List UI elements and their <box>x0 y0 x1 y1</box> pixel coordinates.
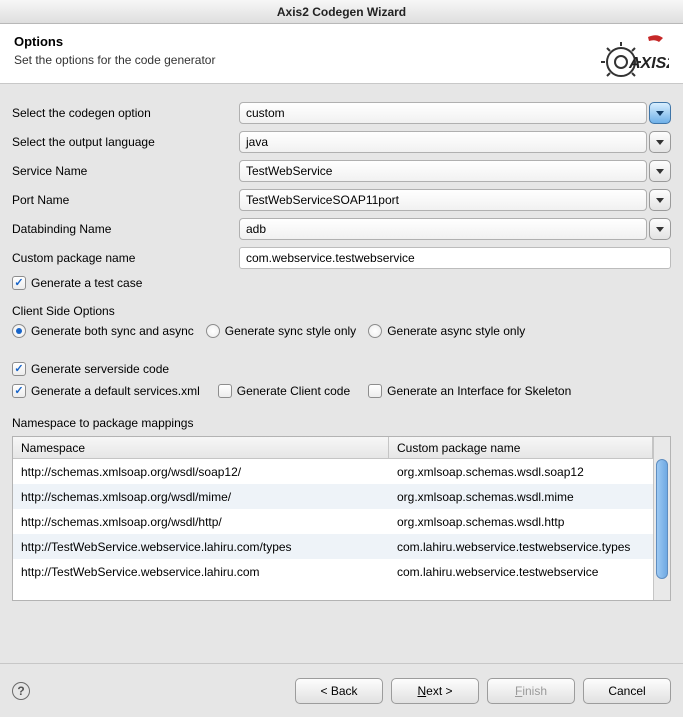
title-bar: Axis2 Codegen Wizard <box>0 0 683 24</box>
cell-package[interactable]: org.xmlsoap.schemas.wsdl.soap12 <box>389 465 653 479</box>
table-row[interactable]: http://TestWebService.webservice.lahiru.… <box>13 559 653 584</box>
generate-testcase-checkbox[interactable] <box>12 276 26 290</box>
chevron-down-icon <box>656 169 664 174</box>
radio-async-label: Generate async style only <box>387 324 525 338</box>
next-button[interactable]: Next > <box>391 678 479 704</box>
scrollbar-thumb[interactable] <box>656 459 668 579</box>
cell-namespace[interactable]: http://schemas.xmlsoap.org/wsdl/http/ <box>13 515 389 529</box>
output-language-label: Select the output language <box>12 135 239 149</box>
table-header-namespace[interactable]: Namespace <box>13 437 389 458</box>
generate-clientcode-checkbox[interactable] <box>218 384 232 398</box>
cell-namespace[interactable]: http://schemas.xmlsoap.org/wsdl/soap12/ <box>13 465 389 479</box>
output-language-dropdown-button[interactable] <box>649 131 671 153</box>
client-side-options-label: Client Side Options <box>12 304 671 318</box>
codegen-option-label: Select the codegen option <box>12 106 239 120</box>
back-button[interactable]: < Back <box>295 678 383 704</box>
table-row[interactable]: http://TestWebService.webservice.lahiru.… <box>13 534 653 559</box>
port-name-dropdown-button[interactable] <box>649 189 671 211</box>
svg-text:AXIS2: AXIS2 <box>628 55 669 72</box>
generate-interface-label: Generate an Interface for Skeleton <box>387 384 571 398</box>
generate-servicesxml-checkbox[interactable] <box>12 384 26 398</box>
namespace-mappings-label: Namespace to package mappings <box>12 416 671 430</box>
page-title: Options <box>14 34 669 49</box>
radio-async[interactable] <box>368 324 382 338</box>
table-row[interactable]: http://schemas.xmlsoap.org/wsdl/soap12/o… <box>13 459 653 484</box>
content-area: Select the codegen option custom Select … <box>0 84 683 609</box>
cell-package[interactable]: org.xmlsoap.schemas.wsdl.http <box>389 515 653 529</box>
help-icon[interactable]: ? <box>12 682 30 700</box>
radio-both[interactable] <box>12 324 26 338</box>
port-name-combo[interactable]: TestWebServiceSOAP11port <box>239 189 647 211</box>
cell-namespace[interactable]: http://TestWebService.webservice.lahiru.… <box>13 565 389 579</box>
radio-both-label: Generate both sync and async <box>31 324 194 338</box>
banner: Options Set the options for the code gen… <box>0 24 683 84</box>
axis2-logo: AXIS2 <box>601 32 669 78</box>
cell-namespace[interactable]: http://schemas.xmlsoap.org/wsdl/mime/ <box>13 490 389 504</box>
radio-sync[interactable] <box>206 324 220 338</box>
databinding-dropdown-button[interactable] <box>649 218 671 240</box>
cell-package[interactable]: org.xmlsoap.schemas.wsdl.mime <box>389 490 653 504</box>
table-row[interactable]: http://schemas.xmlsoap.org/wsdl/http/org… <box>13 509 653 534</box>
generate-serverside-checkbox[interactable] <box>12 362 26 376</box>
chevron-down-icon <box>656 227 664 232</box>
custom-package-input[interactable]: com.webservice.testwebservice <box>239 247 671 269</box>
service-name-dropdown-button[interactable] <box>649 160 671 182</box>
cancel-button[interactable]: Cancel <box>583 678 671 704</box>
codegen-option-dropdown-button[interactable] <box>649 102 671 124</box>
client-side-radio-group: Generate both sync and async Generate sy… <box>12 324 671 338</box>
namespace-mapping-table: Namespace Custom package name http://sch… <box>12 436 671 601</box>
chevron-down-icon <box>656 198 664 203</box>
output-language-combo[interactable]: java <box>239 131 647 153</box>
page-subtitle: Set the options for the code generator <box>14 53 669 67</box>
table-row[interactable]: http://schemas.xmlsoap.org/wsdl/mime/org… <box>13 484 653 509</box>
databinding-label: Databinding Name <box>12 222 239 236</box>
cell-package[interactable]: com.lahiru.webservice.testwebservice.typ… <box>389 540 653 554</box>
finish-button: Finish <box>487 678 575 704</box>
databinding-combo[interactable]: adb <box>239 218 647 240</box>
service-name-combo[interactable]: TestWebService <box>239 160 647 182</box>
generate-testcase-label: Generate a test case <box>31 276 142 290</box>
generate-servicesxml-label: Generate a default services.xml <box>31 384 200 398</box>
generate-clientcode-label: Generate Client code <box>237 384 350 398</box>
table-header-package[interactable]: Custom package name <box>389 437 653 458</box>
generate-serverside-label: Generate serverside code <box>31 362 169 376</box>
radio-sync-label: Generate sync style only <box>225 324 356 338</box>
custom-package-label: Custom package name <box>12 251 239 265</box>
generate-interface-checkbox[interactable] <box>368 384 382 398</box>
codegen-option-combo[interactable]: custom <box>239 102 647 124</box>
chevron-down-icon <box>656 111 664 116</box>
table-scrollbar[interactable] <box>653 437 670 600</box>
service-name-label: Service Name <box>12 164 239 178</box>
cell-package[interactable]: com.lahiru.webservice.testwebservice <box>389 565 653 579</box>
port-name-label: Port Name <box>12 193 239 207</box>
cell-namespace[interactable]: http://TestWebService.webservice.lahiru.… <box>13 540 389 554</box>
chevron-down-icon <box>656 140 664 145</box>
wizard-footer: ? < Back Next > Finish Cancel <box>0 663 683 717</box>
